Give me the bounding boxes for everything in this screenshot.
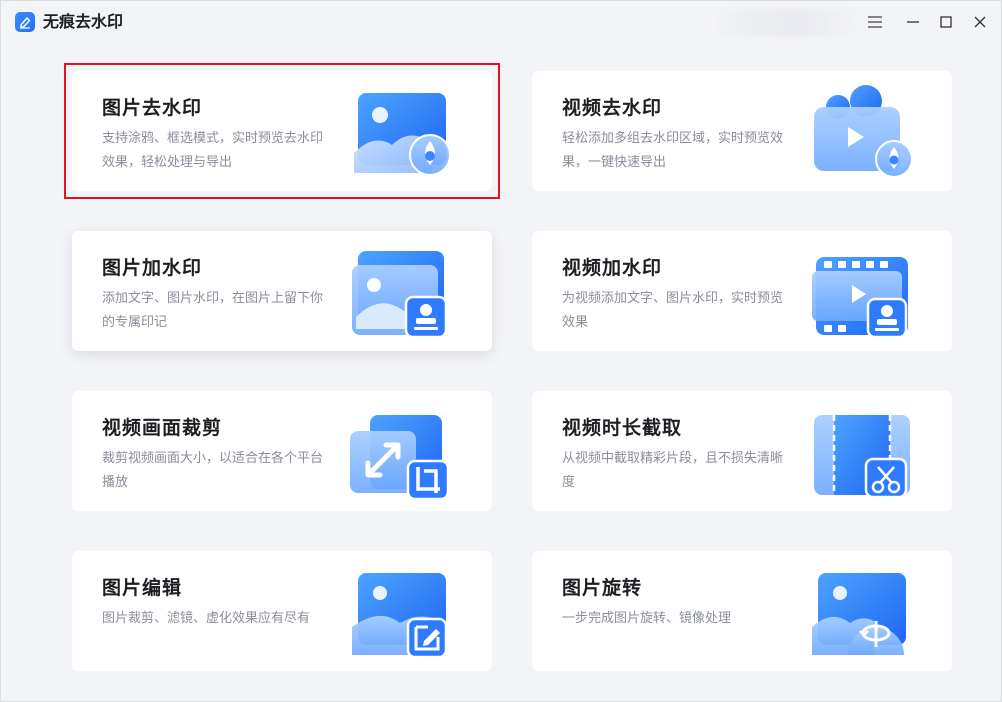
app-title: 无痕去水印 (43, 12, 124, 31)
card-description: 支持涂鸦、框选模式，实时预览去水印效果，轻松处理与导出 (102, 131, 324, 170)
menu-icon[interactable] (861, 9, 889, 35)
maximize-icon[interactable] (932, 9, 960, 35)
image-rotate-icon (804, 563, 916, 663)
card-description: 从视频中截取精彩片段，且不损失清晰度 (562, 451, 784, 490)
image-remove-watermark-icon (344, 83, 456, 183)
card-title: 图片去水印 (102, 97, 203, 119)
card-description: 添加文字、图片水印，在图片上留下你的专属印记 (102, 291, 324, 330)
title-bar: 无痕去水印 (1, 1, 1001, 43)
card-image-add-watermark[interactable]: 图片加水印 添加文字、图片水印，在图片上留下你的专属印记 (72, 231, 492, 351)
video-crop-icon (344, 403, 456, 503)
card-image-edit[interactable]: 图片编辑 图片裁剪、滤镜、虚化效果应有尽有 (72, 551, 492, 671)
card-image-rotate[interactable]: 图片旋转 一步完成图片旋转、镜像处理 (532, 551, 952, 671)
image-edit-icon (344, 563, 456, 663)
video-remove-watermark-icon (804, 83, 916, 183)
card-description: 轻松添加多组去水印区域，实时预览效果，一键快速导出 (562, 131, 784, 170)
card-title: 视频画面裁剪 (102, 417, 223, 439)
card-title: 视频时长截取 (562, 417, 683, 439)
card-title: 图片旋转 (562, 577, 643, 599)
close-icon[interactable] (966, 9, 994, 35)
card-title: 图片编辑 (102, 577, 183, 599)
card-description: 一步完成图片旋转、镜像处理 (562, 611, 732, 626)
card-video-trim[interactable]: 视频时长截取 从视频中截取精彩片段，且不损失清晰度 (532, 391, 952, 511)
blurred-account-area (713, 9, 861, 37)
card-description: 为视频添加文字、图片水印，实时预览效果 (562, 291, 784, 330)
card-description: 裁剪视频画面大小，以适合在各个平台播放 (102, 451, 324, 490)
image-add-watermark-icon (344, 243, 456, 343)
app-window: 无痕去水印 图片去水印 支持涂鸦、框选模式，实时预览去水印效果，轻松处理与导出 … (0, 0, 1002, 702)
minimize-icon[interactable] (899, 9, 927, 35)
card-video-add-watermark[interactable]: 视频加水印 为视频添加文字、图片水印，实时预览效果 (532, 231, 952, 351)
app-logo-icon (15, 12, 35, 32)
card-title: 视频去水印 (562, 97, 663, 119)
video-trim-icon (804, 403, 916, 503)
card-video-crop[interactable]: 视频画面裁剪 裁剪视频画面大小，以适合在各个平台播放 (72, 391, 492, 511)
card-description: 图片裁剪、滤镜、虚化效果应有尽有 (102, 611, 311, 626)
card-title: 图片加水印 (102, 257, 203, 279)
video-add-watermark-icon (804, 243, 916, 343)
card-video-remove-watermark[interactable]: 视频去水印 轻松添加多组去水印区域，实时预览效果，一键快速导出 (532, 71, 952, 191)
card-title: 视频加水印 (562, 257, 663, 279)
card-image-remove-watermark[interactable]: 图片去水印 支持涂鸦、框选模式，实时预览去水印效果，轻松处理与导出 (72, 71, 492, 191)
